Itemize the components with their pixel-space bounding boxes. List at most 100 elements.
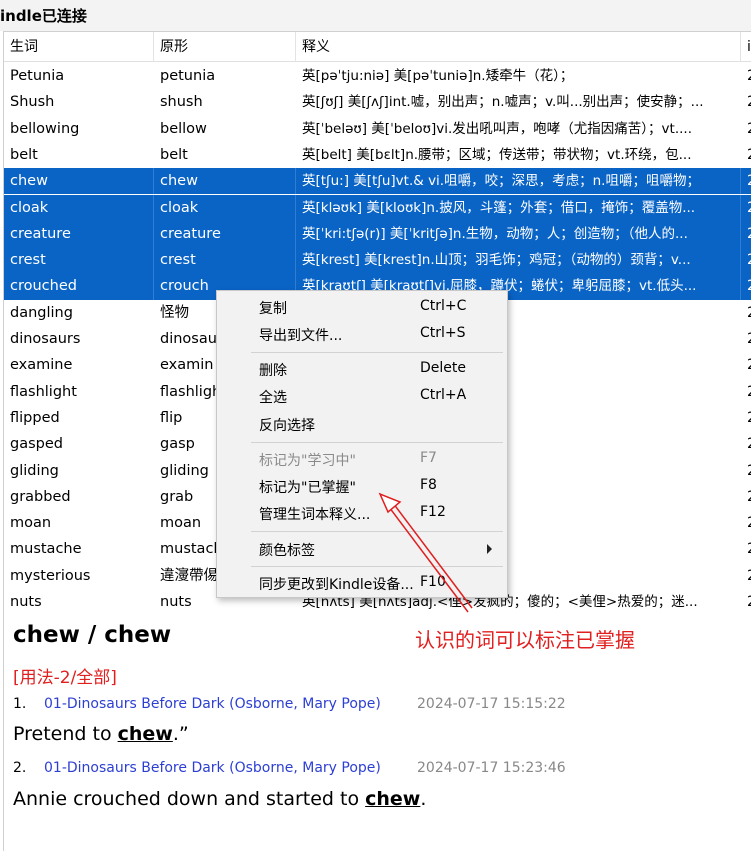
extra-cell: 2 bbox=[741, 589, 751, 610]
extra-cell: 2 bbox=[741, 273, 751, 299]
submenu-arrow-icon bbox=[487, 544, 492, 554]
sentence-word: chew bbox=[117, 723, 173, 745]
table-row[interactable]: belt belt 英[belt] 美[bɛlt]n.腰带；区域；传送带；带状物；v… bbox=[4, 142, 751, 168]
extra-cell: 2 bbox=[741, 116, 751, 142]
column-header-extra[interactable]: i bbox=[741, 32, 751, 62]
detail-heading: chew / chew bbox=[13, 622, 172, 648]
entry-number: 2. bbox=[13, 760, 27, 776]
extra-cell: 2 bbox=[741, 510, 751, 536]
entry-sentence: Pretend to chew.” bbox=[13, 723, 189, 745]
extra-cell: 2 bbox=[741, 431, 751, 457]
word-cell: flashlight bbox=[10, 383, 77, 400]
table-header: 生词 原形 释义 i bbox=[4, 32, 751, 62]
definition-cell: 英[tʃu:] 美[tʃu]vt.& vi.咀嚼，咬；深思，考虑；n.咀嚼；咀嚼… bbox=[296, 168, 741, 195]
menu-item-mark-learning[interactable]: 标记为"学习中" F7 bbox=[217, 446, 507, 472]
menu-item-color-tag[interactable]: 颜色标签 bbox=[217, 536, 507, 562]
annotation-text: 认识的词可以标注已掌握 bbox=[415, 628, 635, 652]
word-cell: dangling bbox=[10, 304, 73, 321]
base-form-cell: bellow bbox=[160, 120, 207, 137]
usage-counter: [用法-2/全部] bbox=[13, 668, 117, 688]
definition-cell: 英[krest] 美[krest]n.山顶；羽毛饰；鸡冠；（动物的）颈背；v..… bbox=[296, 247, 741, 274]
menu-item-mark-mastered[interactable]: 标记为"已掌握" F8 bbox=[217, 473, 507, 499]
word-cell: flipped bbox=[10, 409, 60, 426]
word-cell: mysterious bbox=[10, 567, 91, 584]
word-cell: nuts bbox=[10, 594, 42, 610]
menu-item-select-all[interactable]: 全选 Ctrl+A bbox=[217, 383, 507, 409]
base-form-cell: crest bbox=[154, 247, 296, 274]
entry-timestamp: 2024-07-17 15:23:46 bbox=[417, 760, 566, 776]
extra-cell: 2 bbox=[741, 405, 751, 431]
column-header-definition[interactable]: 释义 bbox=[296, 32, 741, 62]
extra-cell: 2 bbox=[741, 89, 751, 115]
definition-cell: 英[pəˈtju:niə] 美[pəˈtuniə]n.矮牵牛（花）； bbox=[302, 68, 574, 84]
column-header-base[interactable]: 原形 bbox=[154, 32, 296, 62]
table-row[interactable]: chew chew 英[tʃu:] 美[tʃu]vt.& vi.咀嚼，咬；深思，考虑… bbox=[4, 168, 751, 195]
menu-item-invert-selection[interactable]: 反向选择 bbox=[217, 411, 507, 437]
base-form-cell: belt bbox=[160, 146, 188, 163]
column-header-word[interactable]: 生词 bbox=[4, 32, 154, 62]
word-cell: dinosaurs bbox=[10, 331, 81, 347]
word-cell: examine bbox=[10, 357, 73, 374]
definition-cell: 英[ˈbeləʊ] 美[ˈbeloʊ]vi.发出吼叫声，咆哮（尤指因痛苦）；vt… bbox=[302, 120, 693, 137]
table-row[interactable]: crest crest 英[krest] 美[krest]n.山顶；羽毛饰；鸡冠；（… bbox=[4, 247, 751, 274]
definition-cell: 英[ʃʊʃ] 美[ʃʌʃ]int.嘘，别出声；n.嘘声；v.叫...别出声；使安… bbox=[302, 94, 704, 111]
menu-separator bbox=[251, 531, 503, 532]
extra-cell: 2 bbox=[741, 352, 751, 378]
extra-cell: 2 bbox=[741, 300, 751, 326]
definition-cell: 英[belt] 美[bɛlt]n.腰带；区域；传送带；带状物；vt.环绕，包..… bbox=[302, 146, 692, 163]
base-form-cell: cloak bbox=[154, 194, 296, 221]
extra-cell: 2 bbox=[741, 458, 751, 484]
word-cell: creature bbox=[4, 220, 154, 248]
word-cell: grabbed bbox=[10, 488, 71, 505]
extra-cell: 2 bbox=[741, 221, 751, 247]
table-row[interactable]: cloak cloak 英[kləʊk] 美[kloʊk]n.披风，斗篷；外套；借口… bbox=[4, 194, 751, 221]
extra-cell: 2 bbox=[741, 563, 751, 589]
word-cell: moan bbox=[10, 515, 52, 532]
window-title: indle已连接 bbox=[0, 7, 87, 25]
extra-cell: 2 bbox=[741, 326, 751, 352]
word-cell: gasped bbox=[10, 436, 63, 453]
extra-cell: 2 bbox=[741, 484, 751, 510]
sentence-after: . bbox=[420, 788, 427, 810]
entry-timestamp: 2024-07-17 15:15:22 bbox=[417, 696, 566, 712]
extra-cell: 2 bbox=[741, 63, 751, 89]
table-row[interactable]: Shush shush 英[ʃʊʃ] 美[ʃʌʃ]int.嘘，别出声；n.嘘声；v.… bbox=[4, 89, 751, 115]
base-form-cell: shush bbox=[160, 94, 203, 111]
extra-cell: 2 bbox=[741, 195, 751, 221]
entry-source-link[interactable]: 01-Dinosaurs Before Dark (Osborne, Mary … bbox=[44, 760, 381, 776]
base-form-cell: petunia bbox=[160, 68, 216, 84]
word-cell: chew bbox=[4, 168, 154, 195]
word-cell: Petunia bbox=[10, 68, 65, 84]
table-row[interactable]: creature creature 英[ˈkri:tʃə(r)] 美[ˈkritʃə… bbox=[4, 220, 751, 248]
entry-number: 1. bbox=[13, 696, 27, 712]
word-cell: crouched bbox=[4, 273, 154, 300]
word-cell: crest bbox=[4, 247, 154, 274]
base-form-cell: chew bbox=[154, 168, 296, 195]
menu-item-copy[interactable]: 复制 Ctrl+C bbox=[217, 294, 507, 320]
menu-separator bbox=[251, 442, 503, 443]
menu-item-export[interactable]: 导出到文件... Ctrl+S bbox=[217, 321, 507, 347]
word-cell: belt bbox=[10, 146, 38, 163]
entry-sentence: Annie crouched down and started to chew. bbox=[13, 788, 426, 810]
title-bar: indle已连接 bbox=[0, 0, 751, 31]
sentence-word: chew bbox=[365, 788, 421, 810]
menu-separator bbox=[251, 352, 503, 353]
definition-cell: 英[kləʊk] 美[kloʊk]n.披风，斗篷；外套；借口，掩饰；覆盖物... bbox=[296, 194, 741, 221]
menu-separator bbox=[251, 566, 503, 567]
definition-cell: 英[ˈkri:tʃə(r)] 美[ˈkritʃə]n.生物，动物；人；创造物；（… bbox=[296, 220, 741, 248]
base-form-cell: creature bbox=[154, 220, 296, 248]
entry-source-link[interactable]: 01-Dinosaurs Before Dark (Osborne, Mary … bbox=[44, 696, 381, 712]
sentence-after: .” bbox=[172, 723, 189, 745]
table-row[interactable]: Petunia petunia 英[pəˈtju:niə] 美[pəˈtuniə]n… bbox=[4, 63, 751, 89]
table-row[interactable]: bellowing bellow 英[ˈbeləʊ] 美[ˈbeloʊ]vi.发出吼… bbox=[4, 116, 751, 142]
word-cell: bellowing bbox=[10, 120, 80, 137]
word-cell: mustache bbox=[10, 541, 82, 558]
extra-cell: 2 bbox=[741, 379, 751, 405]
extra-cell: 2 bbox=[741, 168, 751, 194]
menu-item-manage-definitions[interactable]: 管理生词本释义... F12 bbox=[217, 500, 507, 526]
menu-item-delete[interactable]: 删除 Delete bbox=[217, 356, 507, 382]
menu-item-sync-kindle[interactable]: 同步更改到Kindle设备... F10 bbox=[217, 570, 507, 596]
detail-pane: chew / chew [用法-2/全部] 1. 01-Dinosaurs Be… bbox=[3, 610, 751, 851]
context-menu: 复制 Ctrl+C 导出到文件... Ctrl+S 删除 Delete 全选 Ctrl+… bbox=[216, 290, 508, 598]
sentence-before: Annie crouched down and started to bbox=[13, 788, 366, 810]
